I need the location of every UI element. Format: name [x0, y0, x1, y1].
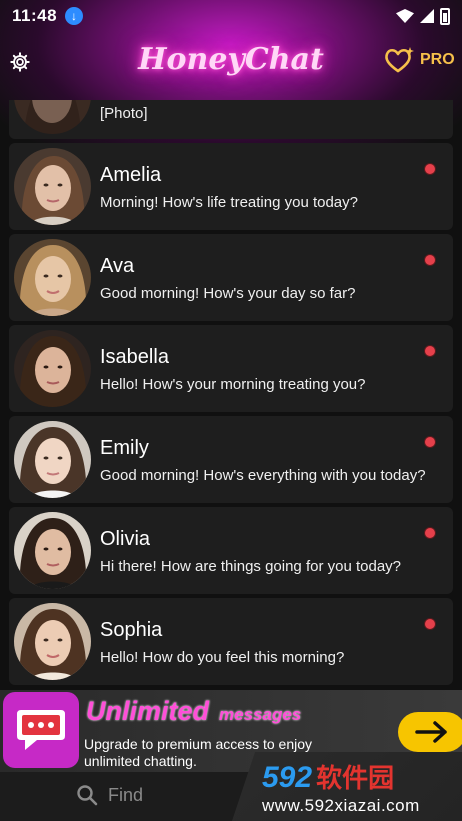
find-tab[interactable]: Find: [76, 784, 143, 806]
ad-title-main: Unlimited: [86, 696, 210, 726]
chat-item[interactable]: Ava Good morning! How's your day so far?: [9, 234, 453, 321]
find-label: Find: [108, 784, 144, 805]
chat-name: Emily: [100, 437, 149, 459]
chat-list: [Photo] Amelia Morning! How's life treat…: [9, 100, 453, 689]
status-bar: 11:48 ↓: [0, 0, 462, 32]
chat-last-message: Good morning! How's your day so far?: [100, 285, 356, 302]
chat-name: Olivia: [100, 528, 151, 550]
ad-title-sub: messages: [219, 705, 302, 724]
chat-name: Isabella: [100, 346, 169, 368]
avatar: [14, 148, 91, 225]
avatar: [14, 603, 91, 680]
download-icon: ↓: [65, 7, 84, 25]
pro-button[interactable]: PRO: [384, 46, 455, 74]
chat-item[interactable]: Emily Good morning! How's everything wit…: [9, 416, 453, 503]
chat-name: Ava: [100, 255, 135, 277]
avatar: [14, 330, 91, 407]
watermark-logo: 592 软件园: [262, 758, 394, 795]
chat-last-message: Hi there! How are things going for you t…: [100, 558, 402, 575]
status-time: 11:48: [12, 6, 58, 25]
ad-go-button[interactable]: [398, 712, 462, 752]
chat-item[interactable]: Sophia Hello! How do you feel this morni…: [9, 598, 453, 685]
chat-last-message: Morning! How's life treating you today?: [100, 194, 358, 211]
chat-name: Sophia: [100, 619, 163, 641]
chat-item[interactable]: Amelia Morning! How's life treating you …: [9, 143, 453, 230]
ad-title: Unlimited messages: [86, 696, 301, 727]
pro-label: PRO: [420, 51, 455, 68]
watermark-url: www.592xiazai.com: [262, 796, 420, 815]
arrow-right-icon: [415, 721, 447, 743]
watermark: 592 软件园 www.592xiazai.com: [232, 752, 462, 821]
chat-item[interactable]: [Photo]: [9, 100, 453, 139]
chat-last-message: Hello! How do you feel this morning?: [100, 649, 345, 666]
avatar: [14, 421, 91, 498]
heart-sparkle-icon: [385, 47, 414, 73]
chat-last-message: [Photo]: [100, 105, 148, 122]
chat-name: Amelia: [100, 164, 162, 186]
watermark-brand: 软件园: [316, 763, 395, 793]
unread-dot: [425, 437, 435, 447]
chat-item[interactable]: Isabella Hello! How's your morning treat…: [9, 325, 453, 412]
signal-icon: [420, 9, 434, 23]
avatar: [14, 239, 91, 316]
unread-dot: [425, 346, 435, 356]
unread-dot: [425, 255, 435, 265]
avatar: [14, 512, 91, 589]
watermark-number: 592: [262, 761, 313, 794]
battery-icon: [440, 7, 450, 25]
wifi-icon: [396, 9, 414, 23]
search-icon: [77, 785, 98, 806]
avatar: [14, 100, 91, 134]
chat-last-message: Good morning! How's everything with you …: [100, 467, 426, 484]
chat-last-message: Hello! How's your morning treating you?: [100, 376, 366, 393]
unread-dot: [425, 528, 435, 538]
unread-dot: [425, 619, 435, 629]
unread-dot: [425, 164, 435, 174]
chat-bubble-icon: [3, 692, 79, 768]
chat-item[interactable]: Olivia Hi there! How are things going fo…: [9, 507, 453, 594]
